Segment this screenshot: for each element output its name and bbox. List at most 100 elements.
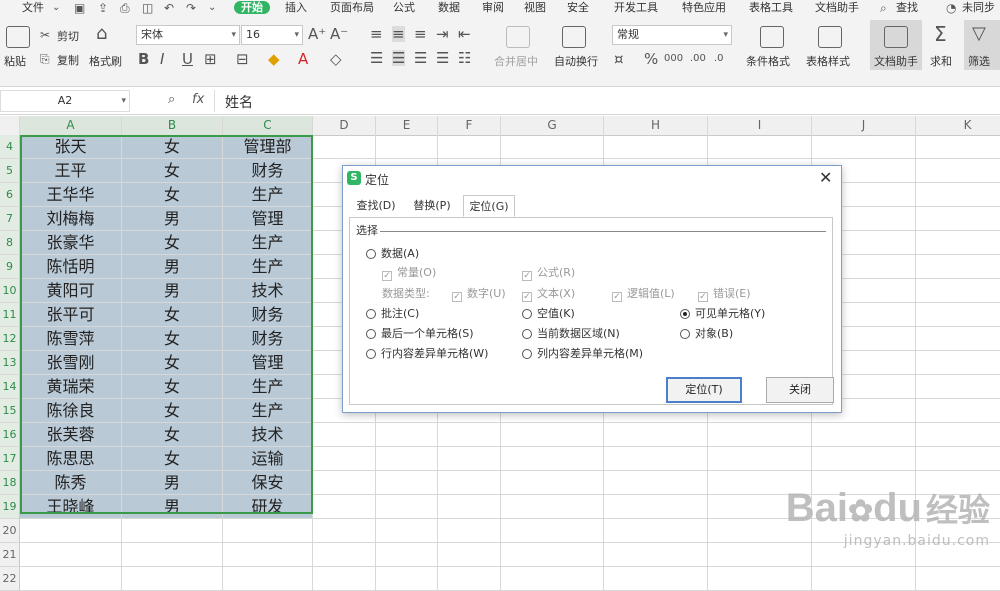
cell-a[interactable]: 黄瑞荣: [20, 375, 122, 399]
cell-empty[interactable]: [501, 567, 604, 591]
cell-empty[interactable]: [812, 135, 916, 159]
fill-color-icon[interactable]: ◆: [268, 51, 280, 67]
cell-c[interactable]: 生产: [223, 375, 313, 399]
cell-b[interactable]: 女: [122, 231, 223, 255]
cell-empty[interactable]: [501, 447, 604, 471]
decrease-decimal-icon[interactable]: .0: [714, 51, 724, 67]
cell-empty[interactable]: [916, 375, 1000, 399]
font-color-icon[interactable]: A: [298, 51, 308, 67]
cell-empty[interactable]: [916, 135, 1000, 159]
cell-a[interactable]: 张平可: [20, 303, 122, 327]
align-left-icon[interactable]: ☰: [370, 50, 383, 66]
cell-c[interactable]: 生产: [223, 231, 313, 255]
cell-empty[interactable]: [376, 471, 438, 495]
font-size-select[interactable]: 16 ▾: [241, 25, 303, 45]
cell-empty[interactable]: [313, 135, 376, 159]
cell-empty[interactable]: [376, 519, 438, 543]
cell-a[interactable]: 陈思思: [20, 447, 122, 471]
align-center-icon[interactable]: ☰: [392, 50, 406, 66]
column-header-e[interactable]: E: [376, 116, 438, 135]
cell-empty[interactable]: [313, 567, 376, 591]
row-header[interactable]: 15: [0, 399, 20, 423]
row-header[interactable]: 14: [0, 375, 20, 399]
check-error[interactable]: ✓ 错误(E): [698, 287, 751, 302]
cell-empty[interactable]: [604, 135, 708, 159]
select-all-corner[interactable]: [0, 116, 20, 135]
cell-a[interactable]: 王平: [20, 159, 122, 183]
cell-empty[interactable]: [438, 447, 501, 471]
cell-empty[interactable]: [313, 519, 376, 543]
cell-empty[interactable]: [916, 351, 1000, 375]
check-formula[interactable]: ✓ 公式(R): [522, 266, 575, 281]
cell-c[interactable]: 管理: [223, 351, 313, 375]
tab-security[interactable]: 安全: [567, 1, 589, 14]
cell-empty[interactable]: [313, 423, 376, 447]
cell-b[interactable]: 女: [122, 159, 223, 183]
cell-empty[interactable]: [313, 447, 376, 471]
cell-empty[interactable]: [376, 447, 438, 471]
column-header-a[interactable]: A: [20, 116, 122, 135]
cell-empty[interactable]: [812, 447, 916, 471]
row-header[interactable]: 4: [0, 135, 20, 159]
cell-b[interactable]: [122, 519, 223, 543]
cell-c[interactable]: [223, 543, 313, 567]
cell-b[interactable]: 女: [122, 375, 223, 399]
tab-find[interactable]: 查找(D): [353, 195, 399, 217]
cell-a[interactable]: 黄阳可: [20, 279, 122, 303]
align-top-icon[interactable]: ≡: [370, 26, 383, 42]
column-header-b[interactable]: B: [122, 116, 223, 135]
cell-a[interactable]: 陈恬明: [20, 255, 122, 279]
check-constant[interactable]: ✓ 常量(O): [382, 266, 436, 281]
cell-empty[interactable]: [916, 159, 1000, 183]
row-header[interactable]: 13: [0, 351, 20, 375]
row-header[interactable]: 6: [0, 183, 20, 207]
increase-font-icon[interactable]: A⁺: [308, 26, 326, 42]
cell-empty[interactable]: [438, 543, 501, 567]
cell-empty[interactable]: [916, 447, 1000, 471]
customize-icon[interactable]: ⌄: [208, 0, 216, 16]
cell-b[interactable]: 女: [122, 183, 223, 207]
save-icon[interactable]: ▣: [74, 0, 85, 16]
filter-button[interactable]: ▽ 筛选: [964, 20, 1000, 70]
row-header[interactable]: 7: [0, 207, 20, 231]
align-middle-icon[interactable]: ≡: [392, 26, 405, 42]
row-header[interactable]: 10: [0, 279, 20, 303]
outdent-icon[interactable]: ⇤: [458, 26, 471, 42]
cell-b[interactable]: 女: [122, 351, 223, 375]
row-header[interactable]: 19: [0, 495, 20, 519]
row-header[interactable]: 5: [0, 159, 20, 183]
cell-b[interactable]: 男: [122, 279, 223, 303]
row-header[interactable]: 18: [0, 471, 20, 495]
cell-empty[interactable]: [438, 423, 501, 447]
merge-center-label[interactable]: 合并居中: [494, 53, 538, 69]
cell-empty[interactable]: [604, 447, 708, 471]
cell-empty[interactable]: [313, 495, 376, 519]
radio-visible-cells[interactable]: 可见单元格(Y): [680, 307, 765, 321]
table-style-icon[interactable]: [818, 26, 842, 48]
cell-empty[interactable]: [916, 303, 1000, 327]
cell-c[interactable]: 管理部: [223, 135, 313, 159]
close-icon[interactable]: ✕: [819, 168, 832, 187]
cell-style-icon[interactable]: ⊟: [236, 51, 249, 67]
cell-b[interactable]: 女: [122, 399, 223, 423]
border-icon[interactable]: ⊞: [204, 51, 217, 67]
cell-empty[interactable]: [916, 231, 1000, 255]
column-header-c[interactable]: C: [223, 116, 313, 135]
cell-empty[interactable]: [708, 423, 812, 447]
cell-empty[interactable]: [604, 567, 708, 591]
thousands-icon[interactable]: 000: [664, 51, 683, 67]
tab-doc-assistant[interactable]: 文档助手: [815, 1, 859, 14]
cell-empty[interactable]: [501, 519, 604, 543]
check-number[interactable]: ✓ 数字(U): [452, 287, 506, 302]
increase-decimal-icon[interactable]: .00: [690, 51, 706, 67]
radio-blank[interactable]: 空值(K): [522, 307, 575, 321]
cell-c[interactable]: 财务: [223, 303, 313, 327]
cell-a[interactable]: 王华华: [20, 183, 122, 207]
cell-empty[interactable]: [708, 135, 812, 159]
column-header-d[interactable]: D: [313, 116, 376, 135]
tab-insert[interactable]: 插入: [285, 1, 307, 14]
cell-c[interactable]: [223, 519, 313, 543]
cell-empty[interactable]: [501, 135, 604, 159]
conditional-format-icon[interactable]: [760, 26, 784, 48]
row-header[interactable]: 21: [0, 543, 20, 567]
